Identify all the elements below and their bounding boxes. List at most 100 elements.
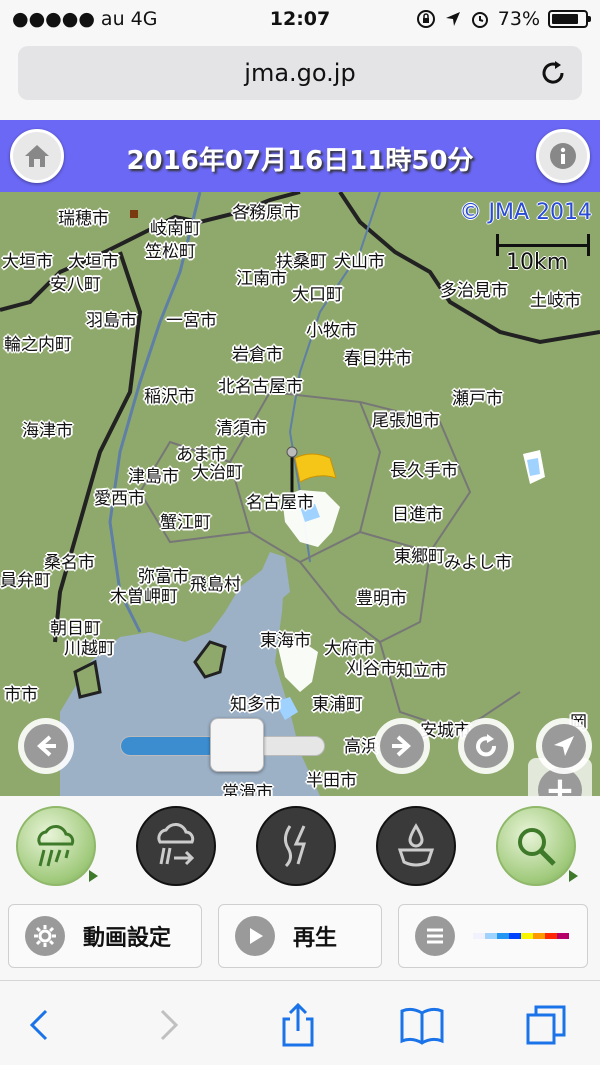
- title-bar: 2016年07月16日11時50分: [0, 120, 600, 192]
- refresh-icon: [476, 734, 496, 757]
- mode-lightning-button[interactable]: [256, 806, 336, 886]
- legend-swatch: [557, 933, 569, 939]
- info-button[interactable]: [536, 129, 590, 183]
- map-label: 小牧市: [306, 321, 357, 341]
- map-label: 各務原市: [232, 203, 300, 223]
- arrow-left-icon: [37, 735, 56, 757]
- map-label: 東郷町: [394, 547, 445, 567]
- refresh-button[interactable]: [458, 718, 514, 774]
- legend-swatch: [545, 933, 557, 939]
- map-label: 蟹江町: [160, 513, 211, 533]
- animation-settings-button[interactable]: 動画設定: [8, 904, 202, 968]
- map-label: 稲沢市: [144, 387, 195, 407]
- map-label: 羽島市: [86, 311, 137, 331]
- info-icon: [550, 143, 576, 169]
- rotation-lock-icon: [416, 10, 435, 28]
- map-label: 日進市: [392, 505, 443, 525]
- map-label: 江南市: [236, 269, 287, 289]
- legend-button[interactable]: [398, 904, 588, 968]
- rain-radar-map[interactable]: © JMA 2014 10km 瑞穂市 岐南町 各務原市 大垣市 大垣市 笠松町…: [0, 192, 600, 796]
- map-label: 安八町: [50, 275, 101, 295]
- play-label: 再生: [293, 926, 338, 951]
- animation-settings-label: 動画設定: [83, 926, 172, 951]
- map-label: 春日井市: [344, 349, 412, 369]
- status-right: 73%: [416, 8, 591, 30]
- back-icon[interactable]: [18, 1001, 62, 1049]
- map-label: 高浜: [344, 737, 378, 757]
- control-bar: 動画設定 再生: [0, 900, 600, 976]
- map-label: みよし市: [444, 553, 512, 573]
- legend-swatch: [521, 933, 533, 939]
- bookmarks-icon[interactable]: [400, 1001, 444, 1049]
- current-location-button[interactable]: [536, 718, 592, 774]
- map-label: 瑞穂市: [58, 209, 109, 229]
- copyright-text: © JMA 2014: [459, 200, 593, 225]
- legend-swatch: [497, 933, 509, 939]
- legend-swatch: [533, 933, 545, 939]
- map-label: 輪之内町: [4, 335, 72, 355]
- map-label: 大治町: [192, 463, 243, 483]
- map-label: 東海市: [260, 631, 311, 651]
- legend-swatch: [485, 933, 497, 939]
- map-label: 一宮市: [166, 311, 217, 331]
- map-label: 愛西市: [94, 489, 145, 509]
- reload-icon[interactable]: [538, 58, 568, 88]
- map-label: 大垣市: [68, 252, 119, 272]
- water-drop-icon: [397, 823, 435, 867]
- battery-icon: [548, 10, 591, 28]
- map-label: 常滑市: [222, 783, 273, 796]
- url-text: jma.go.jp: [244, 59, 356, 87]
- map-label: 東浦町: [312, 695, 363, 715]
- map-label: 大垣市: [2, 252, 53, 272]
- page-title: 2016年07月16日11時50分: [126, 146, 474, 176]
- map-label: 桑名市: [44, 553, 95, 573]
- map-label: 刈谷市: [346, 659, 397, 679]
- next-frame-button[interactable]: [374, 718, 430, 774]
- map-label: 川越町: [64, 639, 115, 659]
- map-label: 大口町: [292, 285, 343, 305]
- arrow-right-icon: [392, 735, 411, 757]
- mode-rain-button[interactable]: [16, 806, 98, 886]
- map-label: 知立市: [396, 661, 447, 681]
- legend-swatch: [473, 933, 485, 939]
- map-label: 飛島村: [190, 575, 241, 595]
- time-slider-thumb[interactable]: [210, 718, 264, 772]
- map-label: 半田市: [306, 771, 357, 791]
- map-label: 岐南町: [150, 219, 201, 239]
- map-label: 瀬戸市: [452, 389, 503, 409]
- precipitation-legend: [473, 933, 569, 939]
- mode-wind-rain-button[interactable]: [136, 806, 216, 886]
- play-button[interactable]: 再生: [218, 904, 382, 968]
- address-bar[interactable]: jma.go.jp: [18, 46, 582, 100]
- scale-bar: 10km: [496, 232, 592, 275]
- rain-cloud-icon: [37, 825, 75, 867]
- legend-swatch: [509, 933, 521, 939]
- menu-icon: [427, 928, 443, 944]
- map-label: 知多市: [230, 695, 281, 715]
- map-label: 岩倉市: [232, 345, 283, 365]
- map-label: 市市: [4, 685, 38, 705]
- mode-water-button[interactable]: [376, 806, 456, 886]
- lightning-icon: [283, 825, 307, 868]
- share-icon[interactable]: [276, 1001, 320, 1049]
- mode-search-button[interactable]: [496, 806, 578, 886]
- battery-percent: 73%: [497, 8, 540, 30]
- scale-label: 10km: [506, 250, 569, 275]
- map-label: 長久手市: [390, 461, 458, 481]
- previous-frame-button[interactable]: [18, 718, 74, 774]
- mode-selector: [0, 796, 600, 892]
- map-label: 海津市: [22, 421, 73, 441]
- map-label: 笠松町: [145, 242, 196, 262]
- location-arrow-icon: [445, 12, 460, 26]
- map-label: 土岐市: [530, 291, 581, 311]
- status-bar: ●●●●● au 4G 12:07 73%: [0, 0, 600, 40]
- gear-icon: [34, 925, 56, 947]
- map-label: 名古屋市: [246, 493, 314, 513]
- tabs-icon[interactable]: [524, 1001, 568, 1049]
- alarm-icon: [471, 12, 488, 28]
- map-label: 犬山市: [334, 252, 385, 272]
- play-icon: [250, 928, 263, 944]
- forward-icon[interactable]: [146, 1001, 190, 1049]
- location-arrow-icon: [554, 736, 574, 756]
- map-label: 豊明市: [356, 589, 407, 609]
